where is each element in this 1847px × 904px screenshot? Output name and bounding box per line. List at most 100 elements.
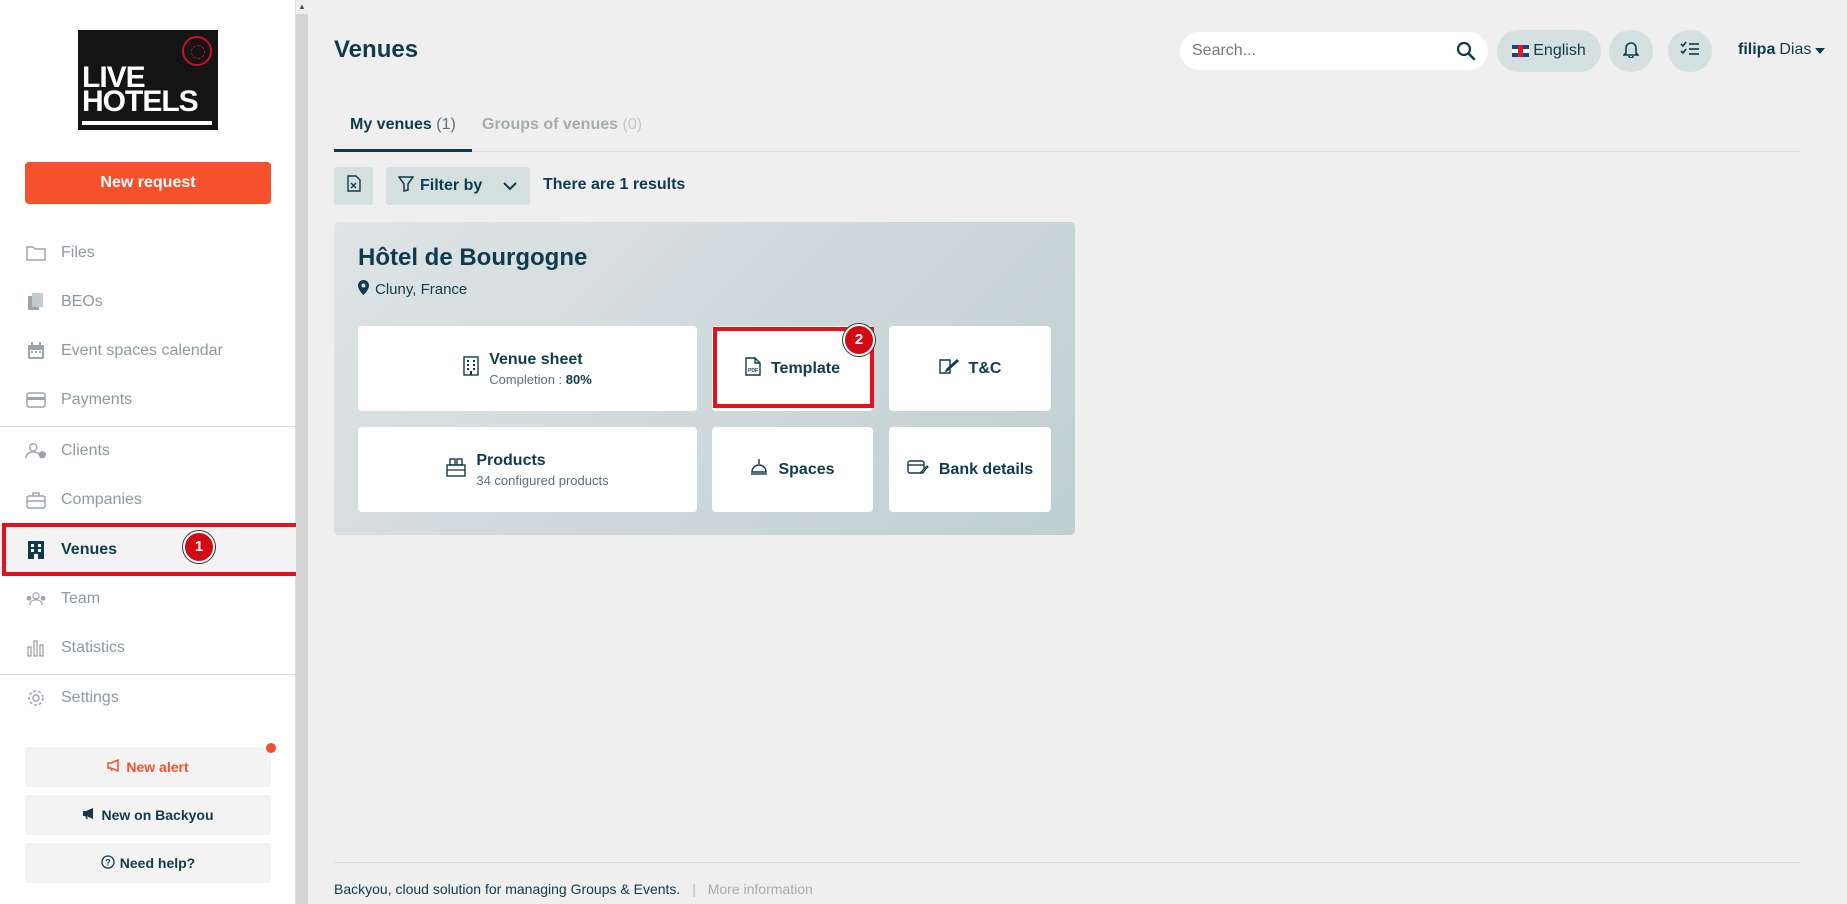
bank-details-label: Bank details: [938, 460, 1034, 478]
footer-tagline: Backyou, cloud solution for managing Gro…: [334, 881, 681, 897]
new-alert-label: New alert: [126, 759, 189, 775]
sidebar-item-label: Settings: [61, 688, 119, 706]
tab-my-venues[interactable]: My venues (1): [334, 112, 472, 152]
sidebar-item-payments[interactable]: Payments: [0, 375, 296, 424]
tab-label: My venues: [350, 116, 432, 133]
tasks-button[interactable]: [1668, 30, 1712, 72]
checklist-icon: [1680, 41, 1700, 62]
products-box-icon: [446, 457, 467, 482]
notification-dot: [266, 743, 276, 753]
sidebar-item-statistics[interactable]: Statistics: [0, 623, 296, 672]
user-last-name: Dias: [1779, 41, 1812, 58]
sidebar-item-label: Companies: [61, 490, 142, 508]
tab-count: (0): [622, 116, 643, 133]
bank-card-edit-icon: [907, 459, 929, 480]
sidebar-item-label: BEOs: [61, 292, 103, 310]
building-icon: [463, 356, 479, 381]
gear-icon: [25, 687, 47, 709]
page-title: Venues: [334, 36, 419, 63]
user-first-name: filipa: [1738, 41, 1776, 58]
filter-label: Filter by: [420, 177, 483, 194]
annotation-badge-1: 1: [183, 531, 215, 563]
sidebar-item-label: Statistics: [61, 638, 126, 656]
logo-seal-icon: [182, 36, 212, 66]
scroll-up-arrow-icon[interactable]: ▲: [296, 0, 308, 14]
more-information-link[interactable]: More information: [708, 881, 813, 897]
search-icon[interactable]: [1456, 41, 1476, 66]
tc-label: T&C: [968, 359, 1002, 377]
sidebar-item-label: Clients: [61, 441, 110, 459]
sidebar-item-label: Event spaces calendar: [61, 341, 223, 359]
sidebar-item-label: Files: [61, 243, 95, 261]
sidebar-item-label: Payments: [61, 390, 133, 408]
live-hotels-logo[interactable]: LIVE HOTELS: [78, 30, 218, 130]
sidebar-item-companies[interactable]: Companies: [0, 475, 296, 524]
need-help-label: Need help?: [119, 855, 196, 871]
products-tile[interactable]: Products 34 configured products: [358, 427, 697, 512]
new-alert-button[interactable]: New alert: [25, 747, 271, 787]
sidebar-item-beos[interactable]: BEOs: [0, 277, 296, 326]
language-selector[interactable]: English: [1497, 30, 1601, 72]
bar-chart-icon: [25, 637, 47, 659]
spaces-label: Spaces: [778, 460, 835, 478]
new-request-button[interactable]: New request: [25, 162, 271, 204]
folder-icon: [25, 242, 47, 264]
lamp-icon: [750, 459, 768, 480]
logo-text-line2: HOTELS: [82, 85, 199, 118]
sidebar-item-label: Team: [61, 589, 101, 607]
sidebar-item-clients[interactable]: Clients: [0, 426, 296, 475]
caret-down-icon: [1815, 41, 1826, 59]
tc-tile[interactable]: T&C: [889, 326, 1051, 411]
uk-flag-icon: [1512, 45, 1530, 57]
notifications-button[interactable]: [1609, 30, 1653, 72]
bank-details-tile[interactable]: Bank details: [889, 427, 1051, 512]
signature-icon: [938, 357, 959, 380]
map-pin-icon: [358, 280, 369, 299]
sidebar: LIVE HOTELS New request Files BEOs Event…: [0, 0, 296, 904]
sidebar-item-settings[interactable]: Settings: [0, 673, 296, 722]
megaphone-icon: [82, 807, 96, 823]
completion-label: Completion :: [489, 371, 566, 387]
calendar-icon: [25, 340, 47, 362]
sidebar-item-files[interactable]: Files: [0, 228, 296, 277]
excel-file-icon: [346, 175, 361, 197]
completion-text: Completion : 80%: [489, 372, 592, 387]
clients-icon: [25, 440, 47, 462]
tab-label: Groups of venues: [482, 116, 619, 133]
venue-tabs: My venues (1) Groups of venues (0): [334, 112, 1800, 152]
sidebar-item-event-spaces-calendar[interactable]: Event spaces calendar: [0, 326, 296, 375]
bell-icon: [1622, 40, 1640, 63]
new-on-backyou-button[interactable]: New on Backyou: [25, 795, 271, 835]
megaphone-icon: [107, 758, 121, 775]
tab-groups-of-venues[interactable]: Groups of venues (0): [466, 112, 658, 152]
tab-count: (1): [436, 116, 456, 133]
sidebar-scrollbar[interactable]: ▲: [296, 0, 308, 904]
results-count: There are 1 results: [543, 176, 686, 193]
venue-sheet-title: Venue sheet: [489, 350, 583, 368]
venue-name[interactable]: Hôtel de Bourgogne: [358, 244, 587, 272]
logo-underline: [82, 121, 212, 125]
footer: Backyou, cloud solution for managing Gro…: [334, 881, 813, 897]
footer-separator: |: [692, 881, 696, 897]
user-menu[interactable]: filipa Dias: [1738, 41, 1826, 59]
spaces-tile[interactable]: Spaces: [712, 427, 873, 512]
completion-value: 80%: [565, 371, 592, 387]
footer-divider: [334, 862, 1800, 863]
briefcase-icon: [25, 489, 47, 511]
venue-location-text: Cluny, France: [375, 281, 468, 298]
credit-card-icon: [25, 389, 47, 411]
filter-by-button[interactable]: Filter by: [386, 167, 530, 205]
sidebar-item-team[interactable]: Team: [0, 574, 296, 623]
team-icon: [25, 588, 47, 610]
products-title: Products: [476, 451, 546, 469]
search-input[interactable]: [1192, 42, 1442, 60]
venue-card: Hôtel de Bourgogne Cluny, France Venue s…: [334, 222, 1075, 535]
venue-sheet-tile[interactable]: Venue sheet Completion : 80%: [358, 326, 697, 411]
filter-funnel-icon: [397, 175, 415, 197]
export-excel-button[interactable]: [334, 167, 373, 205]
search-bar[interactable]: [1180, 32, 1488, 70]
annotation-box-venues: [2, 523, 303, 576]
help-circle-icon: ?: [101, 854, 115, 872]
need-help-button[interactable]: ? Need help?: [25, 843, 271, 883]
venue-location: Cluny, France: [358, 280, 467, 299]
